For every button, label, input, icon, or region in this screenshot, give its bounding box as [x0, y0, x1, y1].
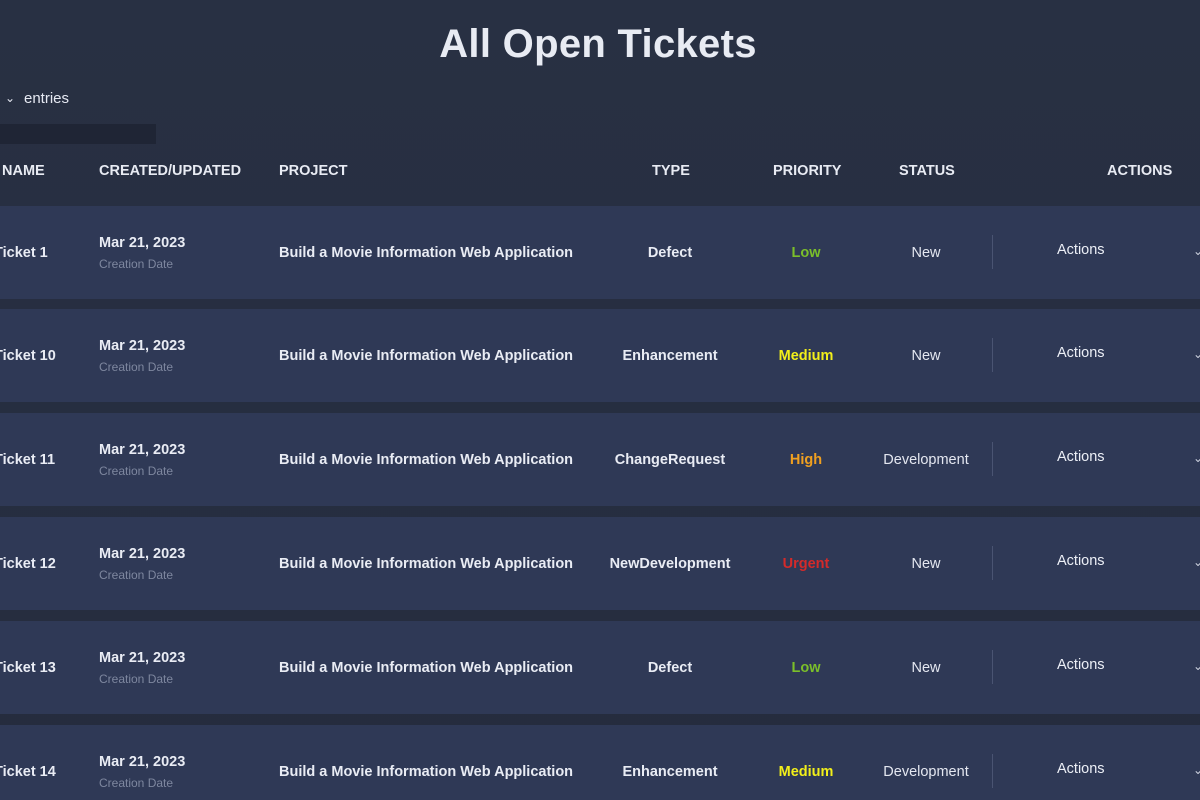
table-row[interactable]: Ticket 13 Mar 21, 2023 Creation Date Build … — [0, 621, 1200, 714]
column-header-type[interactable]: TYPE — [652, 163, 690, 179]
page-title: All Open Tickets — [439, 22, 757, 66]
status-label: New — [911, 660, 941, 676]
column-header-project[interactable]: PROJECT — [279, 163, 348, 179]
column-header-status[interactable]: STATUS — [899, 163, 955, 179]
created-date-label: Creation Date — [99, 360, 174, 374]
ticket-type: Enhancement — [622, 348, 718, 364]
column-divider — [992, 338, 993, 372]
priority-label: Low — [791, 660, 821, 676]
column-divider — [992, 442, 993, 476]
column-header-priority[interactable]: PRIORITY — [773, 163, 841, 179]
table-row[interactable]: Ticket 14 Mar 21, 2023 Creation Date Build … — [0, 725, 1200, 800]
ticket-type: Enhancement — [622, 764, 718, 780]
priority-label: Low — [791, 245, 821, 261]
search-input[interactable] — [0, 124, 156, 144]
column-header-actions[interactable]: ACTIONS — [1107, 163, 1172, 179]
ticket-name[interactable]: Ticket 12 — [0, 556, 56, 572]
entries-selector[interactable]: ⌄ entries — [0, 86, 69, 110]
actions-dropdown[interactable]: Actions — [1057, 345, 1105, 361]
priority-label: Medium — [778, 348, 834, 364]
priority-label: High — [789, 452, 823, 468]
project-name: Build a Movie Information Web Applicatio… — [279, 556, 574, 572]
created-date: Mar 21, 2023 — [99, 546, 186, 562]
created-date-label: Creation Date — [99, 257, 174, 271]
status-label: New — [911, 348, 941, 364]
ticket-name[interactable]: Ticket 11 — [0, 452, 55, 468]
created-date: Mar 21, 2023 — [99, 235, 186, 251]
project-name: Build a Movie Information Web Applicatio… — [279, 452, 574, 468]
chevron-down-icon[interactable]: ⌄ — [1193, 763, 1200, 777]
priority-label: Urgent — [782, 556, 830, 572]
table-row[interactable]: Ticket 1 Mar 21, 2023 Creation Date Build a… — [0, 206, 1200, 299]
created-date: Mar 21, 2023 — [99, 338, 186, 354]
table-row[interactable]: Ticket 10 Mar 21, 2023 Creation Date Build … — [0, 309, 1200, 402]
table-row[interactable]: Ticket 12 Mar 21, 2023 Creation Date Build … — [0, 517, 1200, 610]
column-divider — [992, 546, 993, 580]
chevron-down-icon[interactable]: ⌄ — [1193, 555, 1200, 569]
column-header-name[interactable]: NAME — [2, 163, 45, 179]
actions-dropdown[interactable]: Actions — [1057, 449, 1105, 465]
status-label: New — [911, 245, 941, 261]
created-date: Mar 21, 2023 — [99, 442, 186, 458]
created-date: Mar 21, 2023 — [99, 754, 186, 770]
status-label: New — [911, 556, 941, 572]
chevron-down-icon[interactable]: ⌄ — [1193, 347, 1200, 361]
entries-label: entries — [24, 89, 70, 107]
chevron-down-icon[interactable]: ⌄ — [2, 91, 18, 105]
created-date-label: Creation Date — [99, 776, 174, 790]
column-divider — [992, 754, 993, 788]
page: All Open Tickets ⌄ entries NAME CREATED/… — [0, 0, 1200, 800]
table-row[interactable]: Ticket 11 Mar 21, 2023 Creation Date Build … — [0, 413, 1200, 506]
column-divider — [992, 650, 993, 684]
chevron-down-icon[interactable]: ⌄ — [1193, 451, 1200, 465]
ticket-type: Defect — [647, 245, 693, 261]
project-name: Build a Movie Information Web Applicatio… — [279, 348, 574, 364]
actions-dropdown[interactable]: Actions — [1057, 761, 1105, 777]
created-date: Mar 21, 2023 — [99, 650, 186, 666]
column-divider — [992, 235, 993, 269]
ticket-name[interactable]: Ticket 14 — [0, 764, 56, 780]
actions-dropdown[interactable]: Actions — [1057, 657, 1105, 673]
ticket-name[interactable]: Ticket 10 — [0, 348, 56, 364]
chevron-down-icon[interactable]: ⌄ — [1193, 659, 1200, 673]
ticket-name[interactable]: Ticket 1 — [0, 245, 48, 261]
ticket-name[interactable]: Ticket 13 — [0, 660, 56, 676]
table-header: NAME CREATED/UPDATED PROJECT TYPE PRIORI… — [0, 160, 1200, 184]
actions-dropdown[interactable]: Actions — [1057, 553, 1105, 569]
project-name: Build a Movie Information Web Applicatio… — [279, 245, 574, 261]
actions-dropdown[interactable]: Actions — [1057, 242, 1105, 258]
chevron-down-icon[interactable]: ⌄ — [1193, 244, 1200, 258]
created-date-label: Creation Date — [99, 568, 174, 582]
status-label: Development — [883, 764, 969, 780]
project-name: Build a Movie Information Web Applicatio… — [279, 660, 574, 676]
ticket-type: NewDevelopment — [609, 556, 731, 572]
created-date-label: Creation Date — [99, 672, 174, 686]
project-name: Build a Movie Information Web Applicatio… — [279, 764, 574, 780]
ticket-type: Defect — [647, 660, 693, 676]
column-header-created[interactable]: CREATED/UPDATED — [99, 163, 241, 179]
priority-label: Medium — [778, 764, 834, 780]
created-date-label: Creation Date — [99, 464, 174, 478]
ticket-type: ChangeRequest — [614, 452, 726, 468]
status-label: Development — [883, 452, 969, 468]
